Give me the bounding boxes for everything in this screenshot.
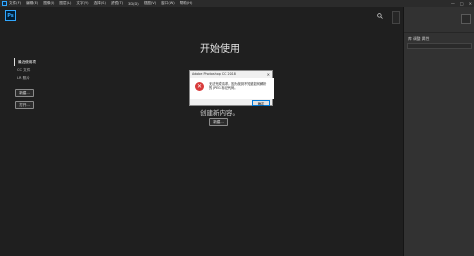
status-bar bbox=[0, 250, 403, 256]
new-button[interactable]: 新建... bbox=[15, 89, 34, 97]
menu-window[interactable]: 窗口(W) bbox=[161, 1, 175, 6]
error-dialog: Adobe Photoshop CC 2018 ✕ ✕ 无法完成请求，因为找到不… bbox=[189, 70, 274, 106]
panel-divider bbox=[404, 32, 474, 33]
close-window-button[interactable]: ✕ bbox=[469, 1, 472, 6]
minimize-button[interactable]: — bbox=[451, 1, 455, 6]
start-sidebar: 最近使用项 CC 文件 LR 照片 bbox=[14, 58, 36, 82]
error-icon: ✕ bbox=[195, 82, 204, 91]
dialog-title: Adobe Photoshop CC 2018 bbox=[192, 72, 236, 76]
maximize-button[interactable]: □ bbox=[460, 1, 464, 6]
nav-item-recent[interactable]: 最近使用项 bbox=[14, 58, 36, 66]
panel-content-area bbox=[407, 43, 472, 49]
menu-layer[interactable]: 图层(L) bbox=[59, 1, 71, 6]
photoshop-logo[interactable]: Ps bbox=[5, 10, 16, 21]
menu-edit[interactable]: 编辑(E) bbox=[26, 1, 38, 6]
panel-tabs[interactable]: 库 调整 属性 bbox=[408, 36, 429, 42]
menu-type[interactable]: 文字(Y) bbox=[76, 1, 88, 6]
dialog-body: ✕ 无法完成请求，因为找到不知道如何解析的 JPEG 标记代码。 bbox=[190, 78, 274, 99]
create-new-content-text: 创建新内容。 bbox=[200, 109, 239, 117]
open-button[interactable]: 打开... bbox=[15, 101, 34, 109]
dialog-ok-button[interactable]: 确定 bbox=[252, 100, 270, 106]
create-new-button[interactable]: 新建... bbox=[209, 118, 228, 126]
search-icon[interactable] bbox=[377, 13, 383, 19]
menu-image[interactable]: 图像(I) bbox=[43, 1, 54, 6]
menu-view[interactable]: 视图(V) bbox=[144, 1, 156, 6]
app-icon bbox=[2, 1, 7, 6]
dialog-message: 无法完成请求，因为找到不知道如何解析的 JPEG 标记代码。 bbox=[209, 82, 267, 91]
nav-item-cc-files[interactable]: CC 文件 bbox=[14, 66, 36, 74]
panel-toolbar bbox=[404, 11, 474, 27]
menu-filter[interactable]: 滤镜(T) bbox=[111, 1, 123, 6]
menu-help[interactable]: 帮助(H) bbox=[180, 1, 193, 6]
right-panel: 库 调整 属性 bbox=[403, 7, 474, 256]
workspace-switcher[interactable] bbox=[392, 11, 400, 24]
dialog-close-button[interactable]: ✕ bbox=[267, 72, 270, 77]
menu-3d[interactable]: 3D(D) bbox=[128, 2, 139, 6]
menu-bar: 文件(F) 编辑(E) 图像(I) 图层(L) 文字(Y) 选择(S) 滤镜(T… bbox=[0, 0, 474, 7]
window-controls: — □ ✕ bbox=[451, 0, 472, 7]
nav-item-lr-photos[interactable]: LR 照片 bbox=[14, 74, 36, 82]
page-title: 开始使用 bbox=[200, 44, 240, 55]
panel-icon-box[interactable] bbox=[461, 14, 471, 24]
menu-file[interactable]: 文件(F) bbox=[9, 1, 21, 6]
photoshop-window: 文件(F) 编辑(E) 图像(I) 图层(L) 文字(Y) 选择(S) 滤镜(T… bbox=[0, 0, 474, 256]
menu-select[interactable]: 选择(S) bbox=[94, 1, 106, 6]
